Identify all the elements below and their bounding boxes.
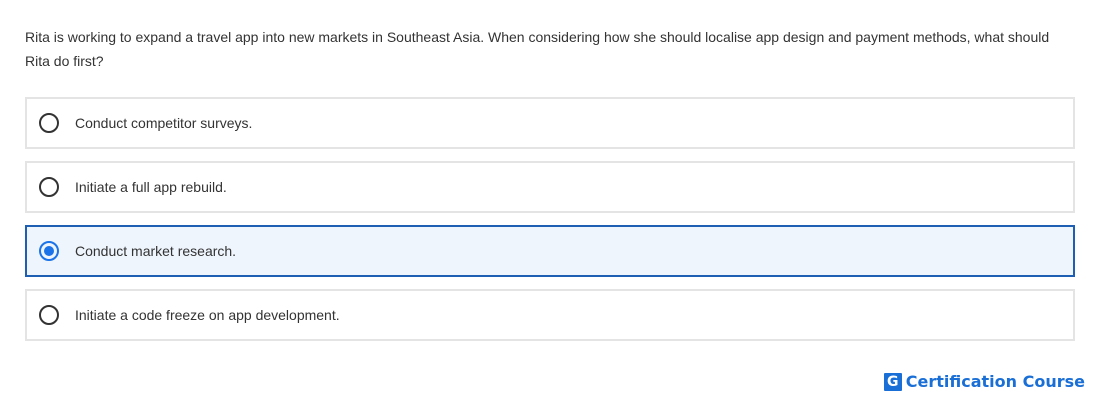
question-text: Rita is working to expand a travel app i…: [25, 29, 1050, 69]
answer-option-1[interactable]: Conduct competitor surveys.: [25, 97, 1075, 149]
answer-option-3[interactable]: Conduct market research.: [25, 225, 1075, 277]
brand-logo: G Certification Course: [883, 372, 1085, 391]
answer-option-label: Initiate a code freeze on app developmen…: [75, 307, 340, 323]
answer-option-label: Initiate a full app rebuild.: [75, 179, 227, 195]
answer-option-label: Conduct market research.: [75, 243, 237, 259]
radio-button-unchecked[interactable]: [39, 305, 59, 325]
brand-g-icon: G: [883, 372, 902, 391]
answer-option-label: Conduct competitor surveys.: [75, 115, 253, 131]
answer-option-2[interactable]: Initiate a full app rebuild.: [25, 161, 1075, 213]
radio-button-checked[interactable]: [39, 241, 59, 261]
radio-button-unchecked[interactable]: [39, 113, 59, 133]
radio-button-unchecked[interactable]: [39, 177, 59, 197]
answer-option-4[interactable]: Initiate a code freeze on app developmen…: [25, 289, 1075, 341]
brand-name: Certification Course: [905, 372, 1085, 391]
answer-options: Conduct competitor surveys. Initiate a f…: [25, 97, 1075, 353]
